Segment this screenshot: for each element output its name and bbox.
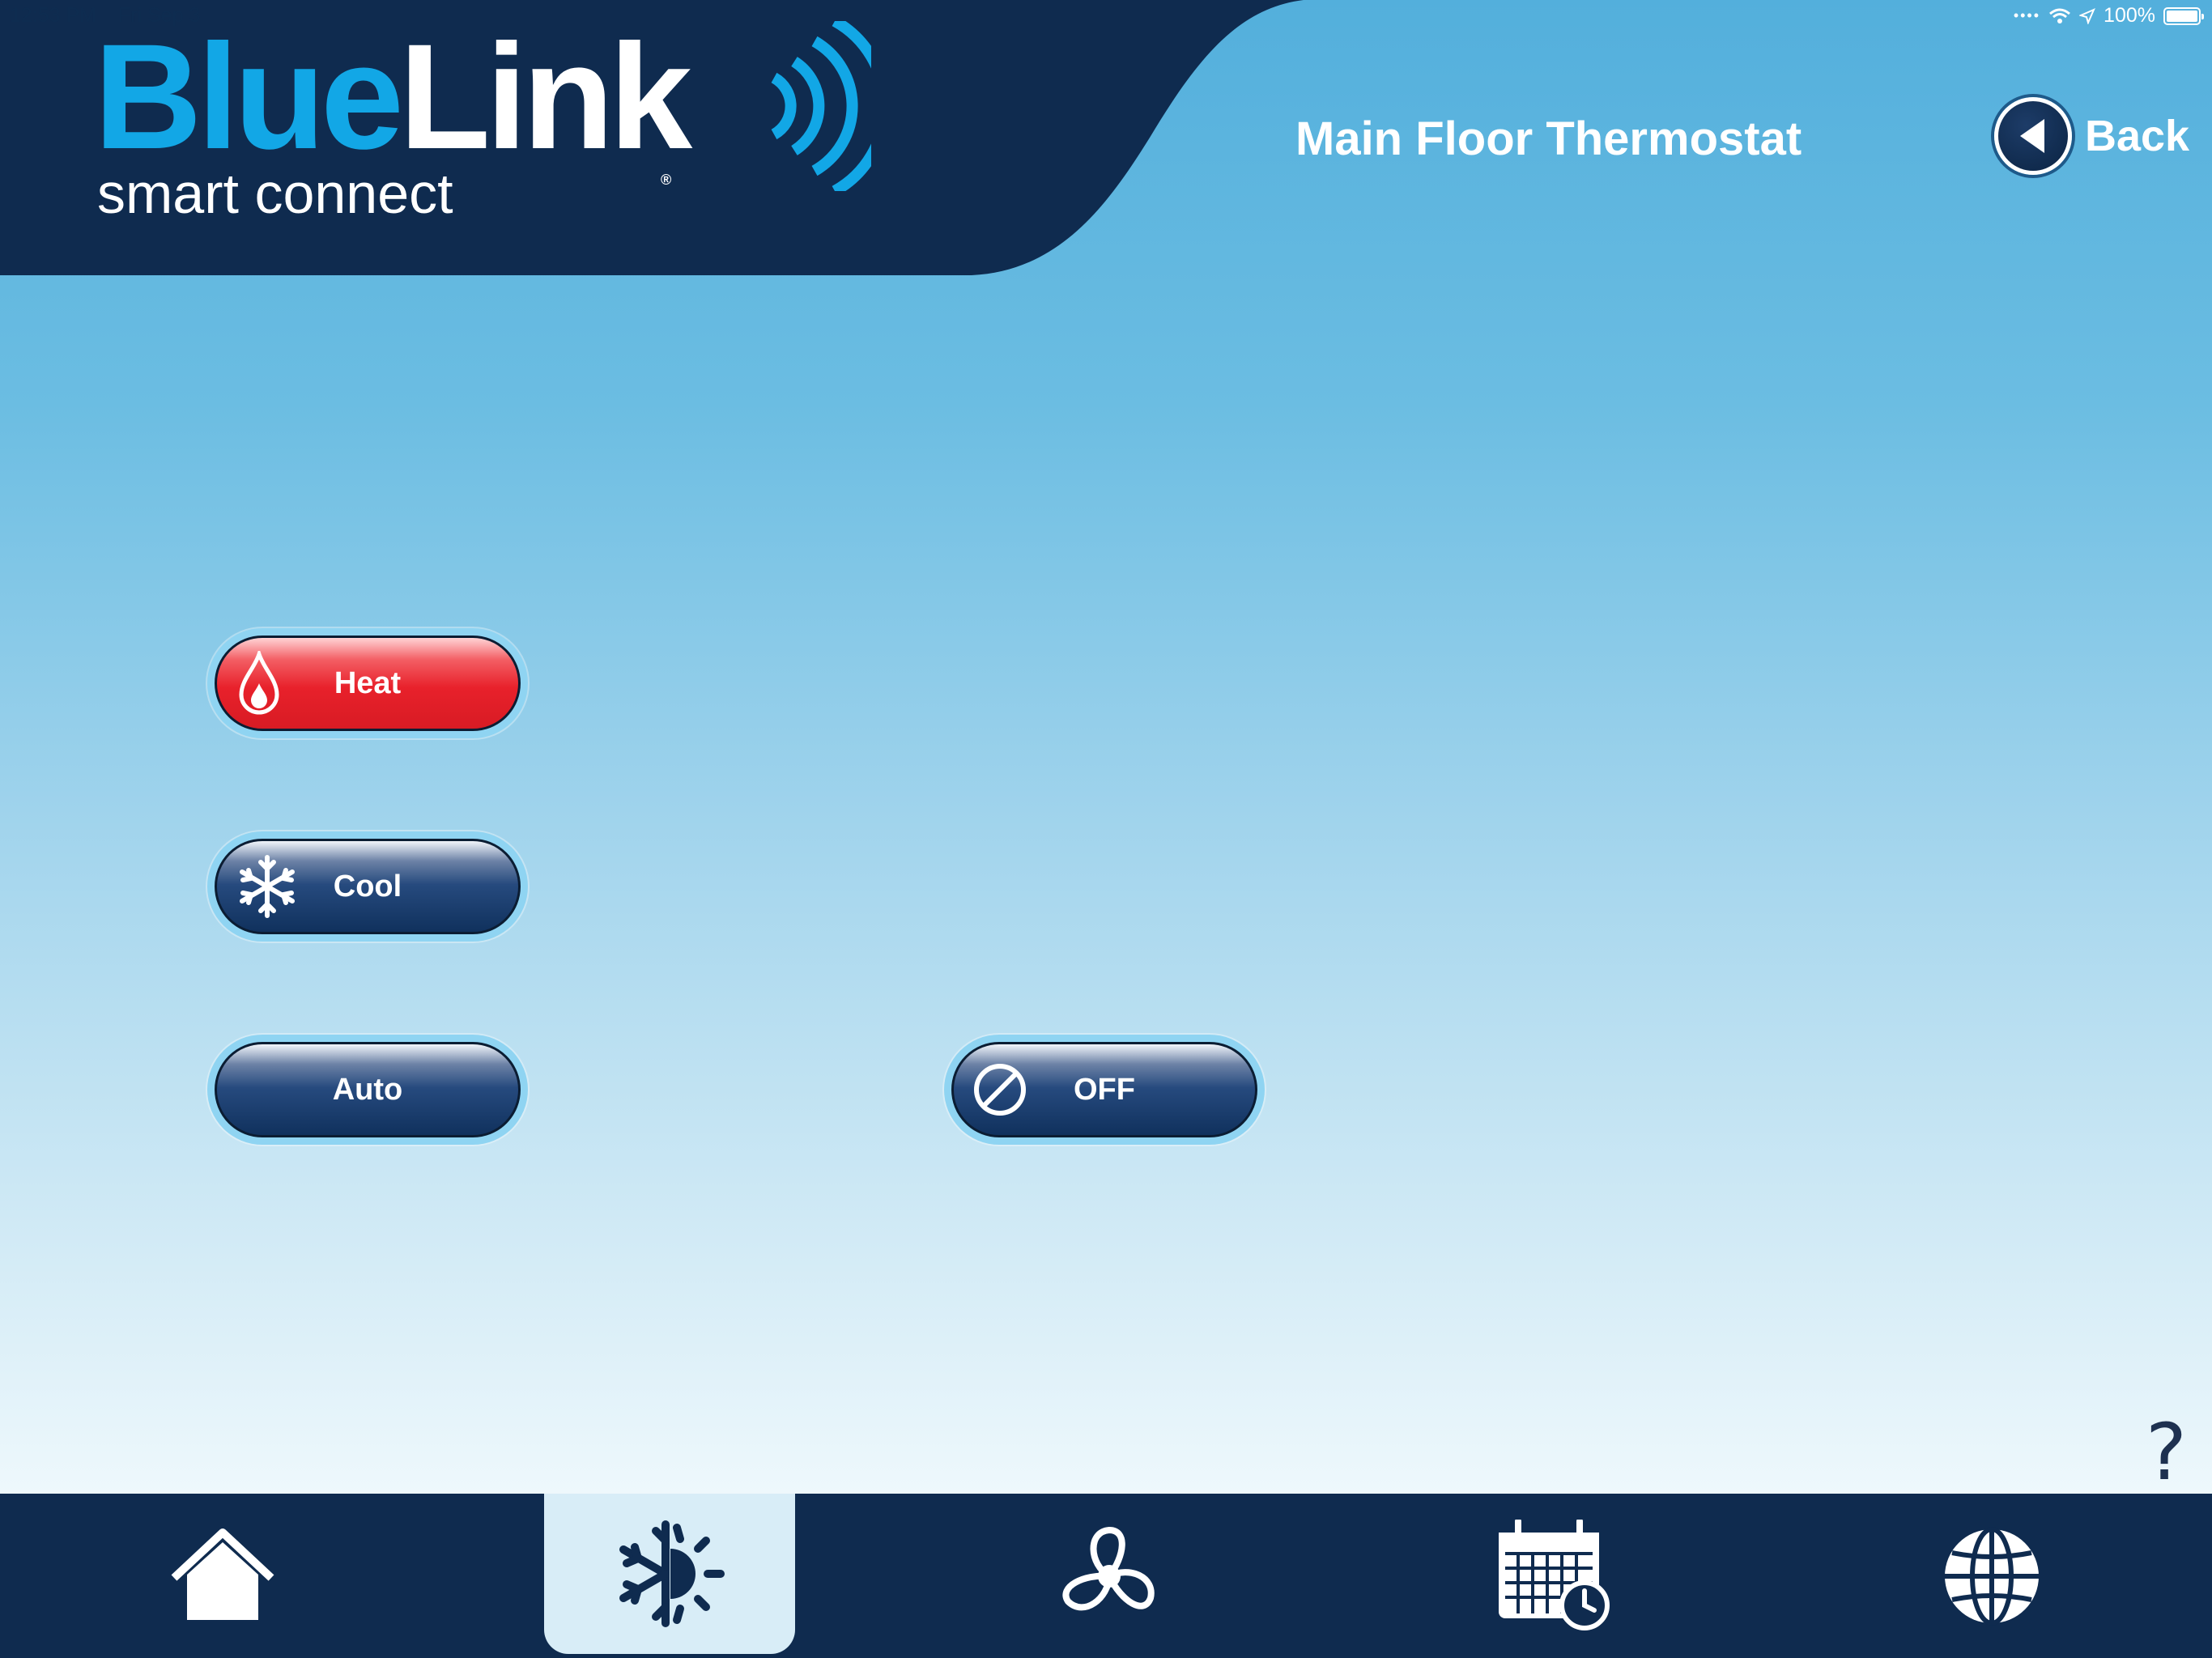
- heat-label: Heat: [334, 665, 402, 700]
- no-entry-icon: [974, 1064, 1026, 1116]
- auto-button-body: Auto: [215, 1042, 521, 1137]
- page-title: Main Floor Thermostat: [1295, 113, 1802, 165]
- auto-button[interactable]: Auto: [207, 1035, 528, 1145]
- tab-globe[interactable]: [1866, 1494, 2117, 1658]
- off-label: OFF: [1074, 1072, 1135, 1107]
- help-icon[interactable]: ?: [2146, 1407, 2187, 1498]
- heat-button[interactable]: Heat: [207, 628, 528, 738]
- logo-text-white: Link: [398, 14, 692, 181]
- off-button-body: OFF: [951, 1042, 1257, 1137]
- battery-icon: [2163, 6, 2204, 25]
- auto-label: Auto: [332, 1072, 403, 1107]
- status-time-date: 12:53 PM Fri Sep 3: [10, 4, 216, 28]
- snowflake-icon: [240, 855, 295, 918]
- status-time: 12:53 PM: [10, 4, 97, 27]
- logo-wordmark: BlueLink ®: [94, 21, 871, 191]
- status-bar: 12:53 PM Fri Sep 3 •••• 100%: [0, 0, 2212, 32]
- heat-button-body: Heat: [215, 636, 521, 731]
- battery-percent: 100%: [2104, 4, 2155, 27]
- back-arrow-icon: [1994, 97, 2072, 175]
- home-icon: [171, 1528, 274, 1620]
- cool-button-body: Cool: [215, 839, 521, 934]
- registered-mark: ®: [661, 172, 671, 188]
- tab-fan[interactable]: [984, 1494, 1235, 1658]
- schedule-calendar-icon: [1499, 1519, 1610, 1630]
- wireless-waves-icon: [771, 21, 871, 191]
- cool-label: Cool: [333, 869, 402, 903]
- back-label: Back: [2085, 112, 2190, 160]
- signal-dots-icon: ••••: [2013, 7, 2041, 23]
- cool-button[interactable]: Cool: [207, 831, 528, 942]
- back-button[interactable]: Back: [1994, 97, 2189, 175]
- heat-cool-mode-icon: [619, 1520, 725, 1627]
- off-button[interactable]: OFF: [944, 1035, 1265, 1145]
- logo-text-blue: Blue: [94, 14, 404, 181]
- tab-schedule[interactable]: [1429, 1494, 1680, 1658]
- status-indicators: •••• 100%: [2013, 4, 2204, 28]
- status-date: Fri Sep 3: [117, 4, 201, 27]
- tab-home[interactable]: [97, 1494, 348, 1658]
- wifi-icon: [2049, 8, 2071, 23]
- globe-icon: [1945, 1526, 2039, 1626]
- bluelink-logo: BlueLink ® smart connect: [94, 21, 871, 226]
- bottom-tab-bar: [0, 1494, 2212, 1658]
- fan-icon: [1062, 1526, 1155, 1610]
- tab-heat-cool-mode[interactable]: [544, 1494, 795, 1654]
- location-arrow-icon: [2079, 7, 2095, 24]
- flame-icon: [239, 651, 279, 715]
